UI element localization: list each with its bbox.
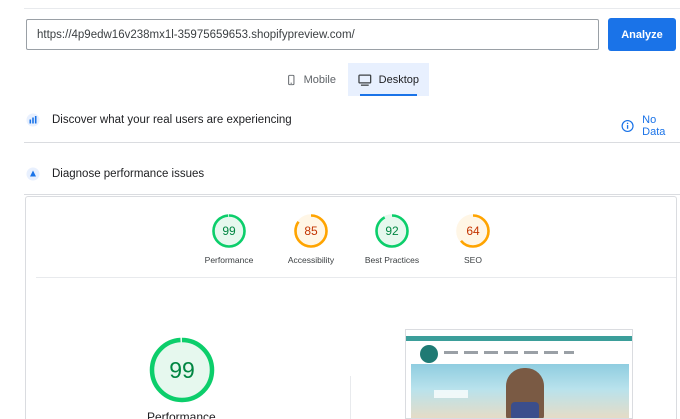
tab-desktop-label: Desktop: [378, 73, 419, 86]
gauge-seo[interactable]: 64 SEO: [433, 213, 513, 265]
diagnose-icon: [26, 167, 40, 181]
score-gauge-ring: 92: [375, 214, 409, 248]
main-performance-gauge: 99: [148, 336, 216, 409]
discover-title: Discover what your real users are experi…: [52, 114, 292, 126]
gauge-score-value: 99: [222, 224, 236, 238]
thumbnail-nav-links: [444, 351, 574, 354]
gauge-label: SEO: [464, 255, 482, 265]
url-input[interactable]: https://4p9edw16v238mx1l-35975659653.sho…: [26, 19, 599, 50]
top-divider: [24, 8, 680, 9]
thumbnail-announcement-bar: [406, 336, 632, 341]
diagnose-section-header[interactable]: Diagnose performance issues: [26, 167, 204, 181]
score-gauge-ring: 64: [456, 214, 490, 248]
diagnose-title: Diagnose performance issues: [52, 168, 205, 180]
page-screenshot-thumbnail: [405, 329, 633, 419]
thumbnail-sale-banner: [434, 390, 468, 398]
users-experience-icon: [26, 113, 40, 127]
tab-mobile-label: Mobile: [303, 73, 336, 86]
no-data-label: No Data: [642, 114, 666, 138]
no-data-indicator: No Data: [621, 114, 680, 138]
mobile-phone-icon: [288, 74, 295, 85]
gauge-score-value: 85: [304, 224, 318, 238]
main-score-gauge-ring: 99: [149, 337, 215, 403]
desktop-monitor-icon: [358, 73, 372, 86]
gauge-accessibility[interactable]: 85 Accessibility: [271, 213, 351, 265]
gauge-label: Accessibility: [287, 255, 335, 265]
info-icon: [621, 119, 634, 133]
main-score-label: Performance: [147, 410, 216, 419]
tab-desktop[interactable]: Desktop: [348, 63, 429, 96]
score-gauge-ring: 85: [294, 214, 328, 248]
url-input-value: https://4p9edw16v238mx1l-35975659653.sho…: [37, 28, 355, 41]
thumbnail-swimsuit: [511, 402, 539, 418]
gauge-score-value: 64: [466, 224, 480, 238]
score-gauge-ring: 99: [212, 214, 246, 248]
main-score-value: 99: [169, 357, 195, 383]
gauge-score-value: 92: [385, 224, 399, 238]
section-divider: [24, 142, 680, 143]
discover-section-header[interactable]: Discover what your real users are experi…: [26, 113, 292, 127]
analyze-button[interactable]: Analyze: [608, 18, 676, 51]
thumbnail-logo: [420, 345, 438, 363]
tab-mobile[interactable]: Mobile: [276, 63, 346, 96]
gauges-divider: [36, 277, 676, 278]
summary-divider: [350, 376, 351, 419]
gauge-best-practices[interactable]: 92 Best Practices: [352, 213, 432, 265]
gauge-label: Best Practices: [364, 255, 420, 265]
gauge-label: Performance: [204, 255, 254, 265]
section-divider: [24, 194, 680, 195]
gauge-performance[interactable]: 99 Performance: [189, 213, 269, 265]
